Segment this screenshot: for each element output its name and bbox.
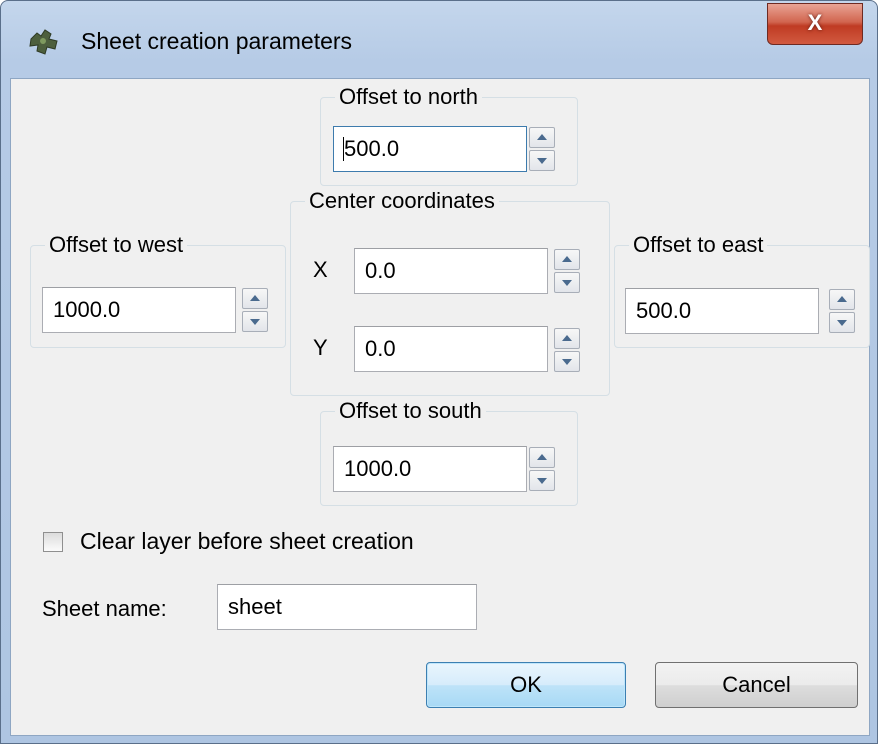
offset-east-legend: Offset to east: [633, 232, 764, 257]
arrow-up-icon: [537, 454, 547, 460]
spin-down-button[interactable]: [529, 470, 555, 491]
offset-west-legend: Offset to west: [49, 232, 184, 257]
center-y-input[interactable]: 0.0: [354, 326, 548, 372]
y-label: Y: [313, 335, 328, 360]
cancel-button[interactable]: Cancel: [655, 662, 858, 708]
sheet-name-input[interactable]: sheet: [217, 584, 477, 630]
spin-up-button[interactable]: [242, 288, 268, 309]
center-coordinates-legend: Center coordinates: [309, 188, 495, 213]
spin-down-button[interactable]: [554, 272, 580, 293]
arrow-down-icon: [562, 280, 572, 286]
close-button[interactable]: X: [767, 3, 863, 45]
arrow-up-icon: [562, 256, 572, 262]
offset-west-value: 1000.0: [53, 297, 121, 322]
spin-up-button[interactable]: [554, 249, 580, 270]
puzzle-icon: [29, 29, 58, 55]
spin-down-button[interactable]: [829, 312, 855, 333]
offset-west-input[interactable]: 1000.0: [42, 287, 236, 333]
center-x-spinner[interactable]: [554, 249, 580, 293]
arrow-up-icon: [250, 295, 260, 301]
arrow-down-icon: [537, 478, 547, 484]
arrow-up-icon: [837, 296, 847, 302]
arrow-up-icon: [537, 134, 547, 140]
clear-layer-checkbox[interactable]: [43, 532, 63, 552]
spin-down-button[interactable]: [529, 150, 555, 171]
offset-north-input[interactable]: 500.0: [333, 126, 527, 172]
arrow-down-icon: [250, 319, 260, 325]
offset-north-value: 500.0: [344, 136, 400, 161]
arrow-up-icon: [562, 335, 572, 341]
offset-south-spinner[interactable]: [529, 447, 555, 491]
offset-east-spinner[interactable]: [829, 289, 855, 333]
window-title: Sheet creation parameters: [81, 28, 353, 54]
offset-south-value: 1000.0: [344, 456, 412, 481]
spin-up-button[interactable]: [554, 328, 580, 349]
center-x-input[interactable]: 0.0: [354, 248, 548, 294]
spin-up-button[interactable]: [529, 127, 555, 148]
close-icon: X: [807, 10, 823, 35]
clear-layer-label[interactable]: Clear layer before sheet creation: [80, 528, 414, 555]
offset-west-spinner[interactable]: [242, 288, 268, 332]
sheet-name-label: Sheet name:: [42, 596, 167, 621]
title-bar[interactable]: Sheet creation parameters X: [1, 1, 878, 81]
arrow-down-icon: [562, 359, 572, 365]
offset-north-legend: Offset to north: [339, 84, 479, 109]
offset-south-legend: Offset to south: [339, 398, 482, 423]
offset-east-value: 500.0: [636, 298, 692, 323]
offset-east-input[interactable]: 500.0: [625, 288, 819, 334]
sheet-name-value: sheet: [228, 594, 282, 619]
center-x-value: 0.0: [365, 258, 396, 283]
spin-up-button[interactable]: [829, 289, 855, 310]
spin-up-button[interactable]: [529, 447, 555, 468]
spin-down-button[interactable]: [554, 351, 580, 372]
offset-south-input[interactable]: 1000.0: [333, 446, 527, 492]
center-y-value: 0.0: [365, 336, 396, 361]
arrow-down-icon: [537, 158, 547, 164]
spin-down-button[interactable]: [242, 311, 268, 332]
center-y-spinner[interactable]: [554, 328, 580, 372]
offset-north-spinner[interactable]: [529, 127, 555, 171]
ok-button[interactable]: OK: [426, 662, 626, 708]
arrow-down-icon: [837, 320, 847, 326]
x-label: X: [313, 257, 328, 282]
